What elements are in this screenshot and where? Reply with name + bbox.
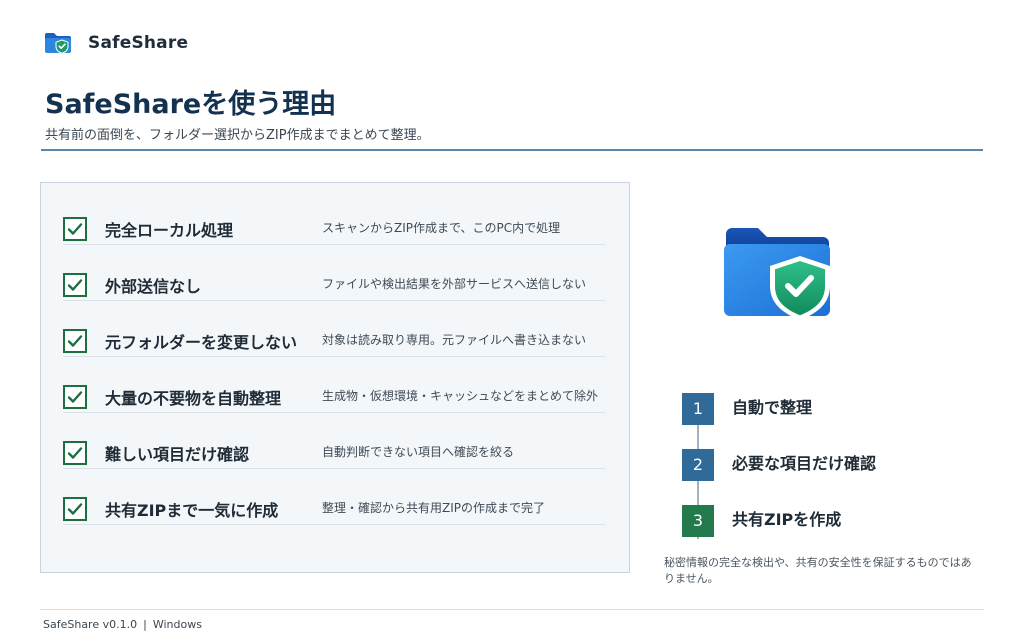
footer-version: SafeShare v0.1.0	[43, 618, 138, 631]
checkbox-checked-icon	[63, 217, 87, 241]
feature-description: スキャンからZIP作成まで、このPC内で処理	[322, 221, 561, 235]
feature-description: ファイルや検出結果を外部サービスへ送信しない	[322, 277, 587, 291]
checkbox-checked-icon	[63, 385, 87, 409]
disclaimer-note: 秘密情報の完全な検出や、共有の安全性を保証するものではありません。	[664, 556, 972, 585]
feature-title: 完全ローカル処理	[105, 221, 234, 240]
feature-title: 共有ZIPまで一気に作成	[105, 501, 279, 520]
feature-row: 外部送信なし ファイルや検出結果を外部サービスへ送信しない	[63, 245, 605, 301]
footer-platform: Windows	[152, 618, 202, 631]
feature-title: 難しい項目だけ確認	[105, 445, 250, 464]
header-divider	[41, 149, 983, 151]
step-number-badge: 2	[682, 449, 714, 481]
checkbox-checked-icon	[63, 273, 87, 297]
checkbox-checked-icon	[63, 329, 87, 353]
app-name: SafeShare	[88, 33, 189, 53]
feature-title: 外部送信なし	[105, 277, 202, 296]
step-number-badge: 1	[682, 393, 714, 425]
feature-description: 対象は読み取り専用。元ファイルへ書き込まない	[322, 333, 587, 347]
feature-row: 共有ZIPまで一気に作成 整理・確認から共有用ZIPの作成まで完了	[63, 469, 605, 525]
workflow-steps: 1 自動で整理 2 必要な項目だけ確認 3 共有ZIPを作成	[682, 393, 982, 543]
step-label: 必要な項目だけ確認	[732, 454, 877, 473]
footer: SafeShare v0.1.0 | Windows	[43, 618, 202, 631]
feature-row: 難しい項目だけ確認 自動判断できない項目へ確認を絞る	[63, 413, 605, 469]
feature-description: 自動判断できない項目へ確認を絞る	[322, 445, 515, 459]
footer-divider	[40, 609, 984, 610]
checkbox-checked-icon	[63, 497, 87, 521]
step-label: 自動で整理	[732, 398, 813, 417]
feature-title: 大量の不要物を自動整理	[105, 389, 282, 408]
feature-description: 生成物・仮想環境・キャッシュなどをまとめて除外	[322, 389, 599, 403]
app-brand: SafeShare	[44, 30, 188, 56]
folder-shield-icon	[724, 228, 830, 320]
page-subtitle: 共有前の面倒を、フォルダー選択からZIP作成までまとめて整理。	[45, 128, 430, 143]
feature-title: 元フォルダーを変更しない	[105, 333, 298, 352]
footer-separator: |	[143, 618, 147, 631]
step-label: 共有ZIPを作成	[732, 510, 842, 529]
feature-list-panel: 完全ローカル処理 スキャンからZIP作成まで、このPC内で処理 外部送信なし フ…	[40, 182, 630, 573]
feature-row: 元フォルダーを変更しない 対象は読み取り専用。元ファイルへ書き込まない	[63, 301, 605, 357]
page-title: SafeShareを使う理由	[45, 89, 337, 120]
checkbox-checked-icon	[63, 441, 87, 465]
step-number-badge: 3	[682, 505, 714, 537]
feature-description: 整理・確認から共有用ZIPの作成まで完了	[322, 501, 545, 515]
feature-row: 完全ローカル処理 スキャンからZIP作成まで、このPC内で処理	[63, 189, 605, 245]
folder-shield-logo-icon	[45, 33, 71, 54]
feature-row: 大量の不要物を自動整理 生成物・仮想環境・キャッシュなどをまとめて除外	[63, 357, 605, 413]
